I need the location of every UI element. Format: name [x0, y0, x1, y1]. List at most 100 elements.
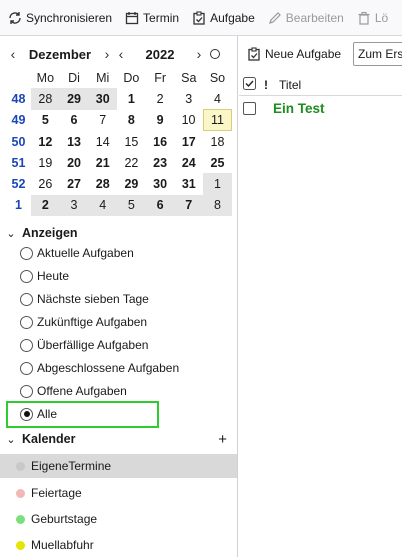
next-year-arrow-icon[interactable]: › — [192, 46, 206, 62]
calendar-day[interactable]: 10 — [174, 110, 203, 131]
task-complete-checkbox[interactable] — [243, 101, 256, 115]
task-list-header: ! Titel — [239, 74, 402, 96]
next-month-arrow-icon[interactable]: › — [100, 46, 114, 62]
calendar-item-geburtstage[interactable]: Geburtstage — [0, 507, 237, 531]
sync-icon — [9, 11, 21, 24]
weekday-header: Do — [123, 70, 140, 85]
priority-column-header[interactable]: ! — [264, 78, 268, 92]
calendar-day[interactable]: 1 — [117, 88, 146, 109]
chevron-down-icon: ⌄ — [6, 433, 16, 446]
calendar-day[interactable]: 2 — [146, 88, 175, 109]
calendar-icon — [125, 11, 139, 24]
calendar-day[interactable]: 2 — [31, 194, 60, 217]
calendar-item-muellabfuhr[interactable]: Muellabfuhr — [0, 533, 237, 557]
calendar-item-feiertage[interactable]: Feiertage — [0, 481, 237, 505]
calendar-day[interactable]: 18 — [203, 131, 232, 152]
filters-section-header[interactable]: ⌄ Anzeigen — [0, 222, 77, 244]
new-event-button[interactable]: Termin — [120, 5, 184, 31]
calendar-day[interactable]: 3 — [59, 194, 89, 217]
calendar-day[interactable]: 22 — [117, 152, 146, 173]
calendar-item-eigenetermine[interactable]: EigeneTermine — [0, 454, 237, 478]
calendar-day[interactable]: 28 — [31, 88, 60, 110]
calendar-day[interactable]: 6 — [60, 110, 89, 131]
calendar-day[interactable]: 7 — [174, 194, 204, 217]
calendar-day[interactable]: 4 — [88, 194, 118, 217]
prev-month-arrow-icon[interactable]: ‹ — [6, 46, 20, 62]
week-number: 48 — [11, 91, 26, 106]
radio-button[interactable] — [20, 246, 33, 260]
radio-button[interactable] — [20, 338, 33, 352]
filter-open-tasks[interactable]: Offene Aufgaben — [20, 381, 127, 401]
quick-task-input[interactable]: Zum Erstellen — [353, 42, 402, 66]
new-task-button[interactable]: Neue Aufgabe — [247, 47, 341, 61]
radio-button[interactable] — [20, 384, 33, 398]
completed-column-header[interactable] — [243, 76, 256, 93]
radio-button[interactable] — [20, 315, 33, 329]
filter-future-tasks[interactable]: Zukünftige Aufgaben — [20, 312, 147, 332]
filter-next-seven-days[interactable]: Nächste sieben Tage — [20, 289, 149, 309]
calendar-day[interactable]: 27 — [60, 173, 89, 194]
calendar-day[interactable]: 9 — [146, 110, 175, 131]
calendar-day[interactable]: 5 — [31, 110, 60, 131]
calendar-name: Feiertage — [31, 486, 82, 500]
filter-current-tasks[interactable]: Aktuelle Aufgaben — [20, 243, 134, 263]
calendar-day-today[interactable]: 11 — [202, 109, 233, 132]
calendar-day[interactable]: 14 — [88, 131, 117, 152]
week-header-blank — [6, 67, 31, 88]
calendar-day[interactable]: 5 — [117, 194, 146, 217]
calendar-day[interactable]: 12 — [31, 131, 60, 152]
calendar-day[interactable]: 4 — [203, 88, 232, 109]
calendar-day[interactable]: 28 — [88, 173, 117, 194]
radio-button[interactable] — [20, 292, 33, 306]
task-icon — [248, 47, 260, 61]
calendar-name: EigeneTermine — [31, 459, 112, 473]
delete-button[interactable]: Lö — [352, 5, 393, 31]
calendar-day[interactable]: 19 — [31, 152, 60, 173]
week-number: 1 — [15, 198, 22, 213]
year-label[interactable]: 2022 — [128, 47, 192, 62]
calendar-color-dot — [16, 461, 25, 471]
calendar-day[interactable]: 8 — [117, 110, 146, 131]
prev-year-arrow-icon[interactable]: ‹ — [114, 46, 128, 62]
radio-button[interactable] — [20, 269, 33, 283]
calendar-day[interactable]: 6 — [145, 194, 175, 217]
calendar-day[interactable]: 26 — [31, 173, 60, 194]
filter-label: Nächste sieben Tage — [37, 292, 149, 306]
calendar-day[interactable]: 23 — [146, 152, 175, 173]
calendar-day[interactable]: 17 — [174, 131, 203, 152]
calendar-day[interactable]: 16 — [146, 131, 175, 152]
filter-overdue-tasks[interactable]: Überfällige Aufgaben — [20, 335, 148, 355]
calendar-day[interactable]: 31 — [174, 173, 203, 194]
calendar-day[interactable]: 30 — [88, 88, 118, 110]
calendars-section-header[interactable]: ⌄ Kalender + — [0, 428, 237, 450]
calendar-day[interactable]: 29 — [59, 88, 89, 110]
month-label[interactable]: Dezember — [20, 47, 100, 62]
calendar-day[interactable]: 1 — [203, 173, 232, 195]
filter-completed-tasks[interactable]: Abgeschlossene Aufgaben — [20, 358, 179, 378]
weekday-header: Fr — [154, 70, 166, 85]
filter-label: Aktuelle Aufgaben — [37, 246, 134, 260]
calendar-name: Geburtstage — [31, 512, 98, 526]
calendar-day[interactable]: 21 — [88, 152, 117, 173]
add-calendar-icon[interactable]: + — [218, 431, 227, 448]
today-circle-icon[interactable] — [210, 49, 220, 59]
filter-today[interactable]: Heute — [20, 266, 69, 286]
calendar-day[interactable]: 3 — [174, 88, 203, 109]
calendar-day[interactable]: 20 — [60, 152, 89, 173]
radio-button[interactable] — [20, 361, 33, 375]
calendar-day[interactable]: 24 — [174, 152, 203, 173]
sync-label: Synchronisieren — [26, 10, 113, 25]
calendar-day[interactable]: 8 — [203, 194, 232, 217]
filter-label: Offene Aufgaben — [37, 384, 127, 398]
edit-button[interactable]: Bearbeiten — [263, 5, 349, 31]
calendar-day[interactable]: 30 — [146, 173, 175, 194]
calendar-day[interactable]: 13 — [60, 131, 89, 152]
calendar-day[interactable]: 25 — [203, 152, 232, 173]
calendar-day[interactable]: 15 — [117, 131, 146, 152]
title-column-header[interactable]: Titel — [279, 78, 301, 92]
sync-button[interactable]: Synchronisieren — [3, 5, 117, 31]
new-task-toolbar-button[interactable]: Aufgabe — [187, 5, 260, 31]
calendar-day[interactable]: 7 — [88, 110, 117, 131]
calendar-day[interactable]: 29 — [117, 173, 146, 194]
task-row[interactable]: Ein Test — [239, 97, 402, 119]
